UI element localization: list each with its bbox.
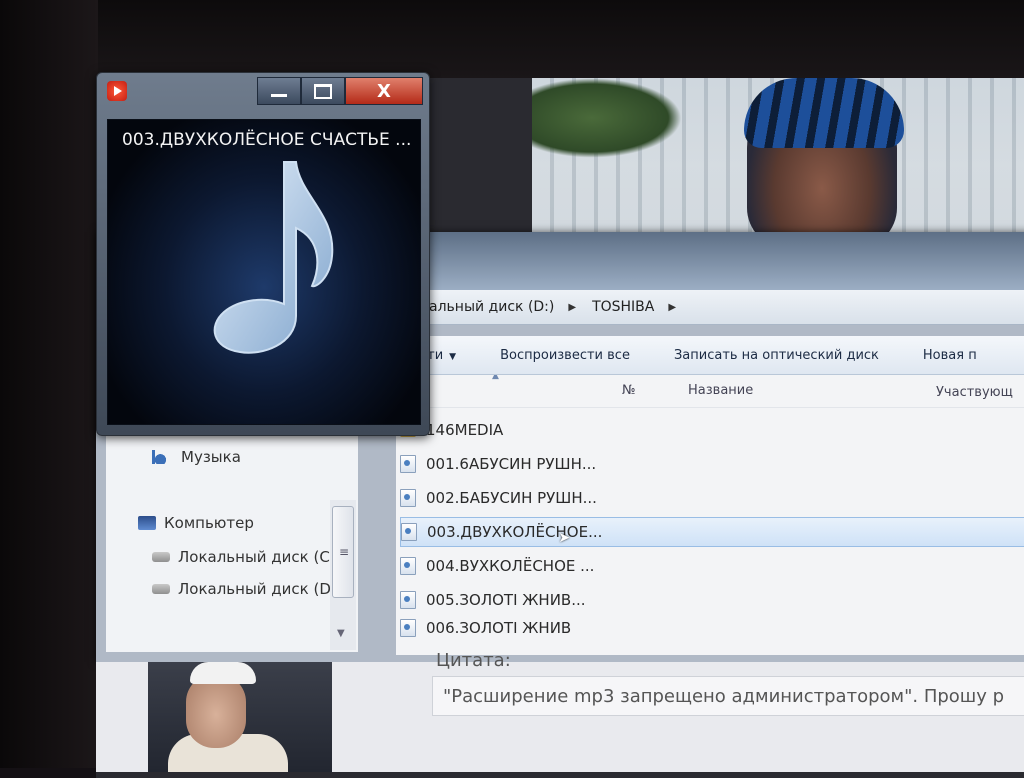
scrollbar-thumb[interactable]: ≡ (332, 506, 354, 598)
maximize-button[interactable] (301, 77, 345, 105)
column-headers: ▲ № Название Участвующ (396, 375, 1024, 408)
file-name: 002.БАБУСИН РУШН... (426, 489, 597, 507)
burn-disc-button[interactable]: Записать на оптический диск (652, 348, 901, 363)
track-title: 003.ДВУХКОЛЁСНОЕ СЧАСТЬЕ ... (122, 130, 412, 150)
monitor-bezel-top (0, 0, 1024, 80)
audio-file-icon (400, 591, 416, 609)
cyclist-helmet (744, 78, 904, 148)
list-item[interactable]: 002.БАБУСИН РУШН... (400, 483, 1024, 513)
music-note-icon (213, 161, 334, 354)
media-player-window: X 003.ДВУХКОЛЁСНОЕ СЧАСТЬЕ ... (96, 72, 430, 436)
forum-post: Цитата: "Расширение mp3 запрещено админи… (96, 650, 1024, 772)
minimize-icon (271, 93, 287, 97)
avatar-cap (190, 662, 256, 684)
column-header-number[interactable]: № (622, 383, 636, 398)
list-item[interactable]: 004.ВУХКОЛЁСНОЕ ... (400, 551, 1024, 581)
nav-label-disk-c: Локальный диск (С (178, 548, 330, 566)
play-all-button[interactable]: Воспроизвести все (478, 348, 652, 363)
nav-scrollbar[interactable]: ≡ ▼ (330, 500, 356, 650)
nav-item-music[interactable]: Музыка (152, 448, 241, 466)
nav-item-disk-d[interactable]: Локальный диск (D (152, 580, 342, 598)
sort-up-icon: ▲ (492, 375, 499, 381)
breadcrumb-local-disk-d[interactable]: окальный диск (D:) (412, 299, 554, 315)
file-name: 001.6АБУСИН РУШН... (426, 455, 597, 473)
command-toolbar: сти ▼ Воспроизвести все Записать на оптич… (396, 336, 1024, 375)
music-library-icon (152, 450, 173, 464)
chevron-down-icon: ▼ (449, 351, 457, 362)
new-folder-button[interactable]: Новая п (901, 348, 999, 363)
list-item[interactable]: 005.ЗОЛОТI ЖНИВ... (400, 585, 1024, 615)
avatar (148, 662, 332, 772)
file-name: 003.ДВУХКОЛЁСНОЕ... (427, 523, 603, 541)
maximize-icon (314, 83, 332, 99)
avatar-head (186, 674, 246, 748)
close-icon: X (377, 80, 391, 102)
nav-item-computer[interactable]: Компьютер (138, 514, 254, 532)
file-name: 004.ВУХКОЛЁСНОЕ ... (426, 557, 595, 575)
nav-item-disk-c[interactable]: Локальный диск (С (152, 548, 342, 566)
list-item-selected[interactable]: 003.ДВУХКОЛЁСНОЕ... ➤ (400, 517, 1024, 547)
minimize-button[interactable] (257, 77, 301, 105)
list-item[interactable]: 001.6АБУСИН РУШН... (400, 449, 1024, 479)
audio-file-icon (400, 619, 416, 637)
windows-media-player-icon (107, 81, 127, 101)
file-list: ▲ № Название Участвующ 146MEDIA 001.6АБУ… (396, 375, 1024, 655)
scroll-down-icon[interactable]: ▼ (337, 628, 345, 639)
nav-label-computer: Компьютер (164, 514, 254, 532)
grip-icon: ≡ (339, 545, 350, 559)
navigation-pane: Музыка Компьютер Локальный диск (С Локал… (106, 428, 358, 652)
audio-file-icon (400, 557, 416, 575)
file-name: 146MEDIA (426, 421, 504, 439)
column-header-artist[interactable]: Участвующ (936, 385, 1013, 400)
quote-box: "Расширение mp3 запрещено администраторо… (432, 676, 1024, 716)
breadcrumb-toshiba[interactable]: TOSHIBA (592, 299, 654, 315)
quote-text: "Расширение mp3 запрещено администраторо… (443, 685, 1005, 707)
nav-label-disk-d: Локальный диск (D (178, 580, 331, 598)
quote-label: Цитата: (436, 650, 511, 671)
computer-icon (138, 516, 156, 530)
breadcrumb-separator-icon[interactable]: ▶ (668, 302, 676, 313)
nav-label-music: Музыка (181, 448, 241, 466)
audio-file-icon (400, 489, 416, 507)
breadcrumb-separator-icon[interactable]: ▶ (568, 302, 576, 313)
mouse-cursor-icon: ➤ (558, 530, 571, 546)
file-name: 006.ЗОЛОТI ЖНИВ (426, 619, 572, 637)
file-name: 005.ЗОЛОТI ЖНИВ... (426, 591, 586, 609)
audio-file-icon (400, 455, 416, 473)
window-controls: X (257, 77, 423, 105)
now-playing-screen[interactable]: 003.ДВУХКОЛЁСНОЕ СЧАСТЬЕ ... (107, 119, 421, 425)
monitor-bezel-left (0, 0, 98, 768)
address-bar[interactable]: окальный диск (D:) ▶ TOSHIBA ▶ (396, 290, 1024, 325)
hard-disk-icon (152, 552, 170, 562)
list-item[interactable]: 146MEDIA (400, 415, 1024, 445)
close-button[interactable]: X (345, 77, 423, 105)
tree-foliage (532, 78, 682, 158)
list-item[interactable]: 006.ЗОЛОТI ЖНИВ (400, 619, 1024, 637)
audio-file-icon (401, 523, 417, 541)
column-header-name[interactable]: Название (688, 383, 753, 398)
hard-disk-icon (152, 584, 170, 594)
